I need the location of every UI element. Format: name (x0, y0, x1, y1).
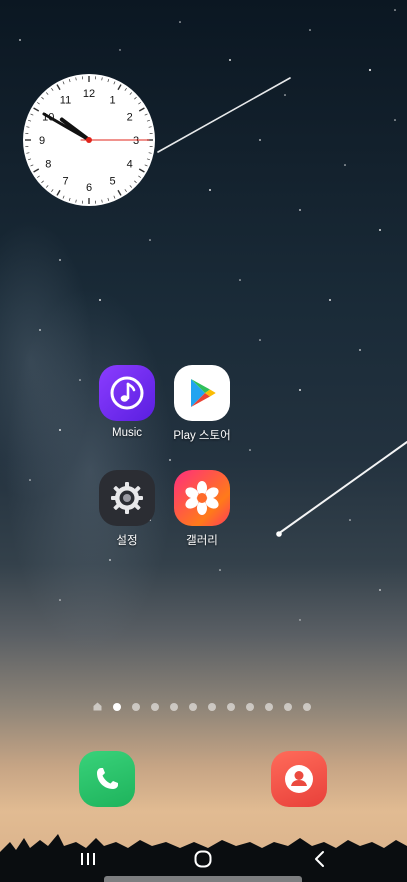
music-note-icon (99, 365, 155, 421)
settings-gear-icon (99, 470, 155, 526)
clock-number: 4 (127, 159, 133, 171)
page-dot[interactable] (303, 702, 311, 711)
page-dot[interactable] (284, 702, 292, 711)
app-label: 설정 (116, 535, 138, 547)
page-dot[interactable] (227, 702, 235, 711)
page-dot[interactable] (265, 702, 273, 711)
page-dot[interactable] (246, 702, 254, 711)
clock-number: 11 (60, 94, 71, 106)
clock-center-pin (86, 137, 92, 143)
app-label: Play 스토어 (173, 430, 231, 442)
page-dot-home-icon[interactable] (93, 702, 102, 711)
clock-number: 9 (39, 135, 45, 147)
page-dot[interactable] (208, 702, 216, 711)
play-store-icon (174, 365, 230, 421)
back-icon (315, 851, 324, 867)
clock-number: 2 (127, 112, 133, 124)
recent-apps-button[interactable] (66, 844, 110, 874)
phone-icon (97, 768, 118, 789)
analog-clock-widget[interactable]: 121234567891011 (22, 73, 156, 207)
home-icon (194, 850, 212, 868)
clock-number: 1 (109, 94, 115, 106)
page-dot[interactable] (151, 702, 159, 711)
clock-number: 7 (62, 176, 68, 188)
clock-number: 5 (109, 176, 115, 188)
back-button[interactable] (297, 844, 341, 874)
page-dot[interactable] (170, 702, 178, 711)
app-gallery[interactable]: 갤러리 (162, 470, 242, 548)
recent-apps-icon (81, 853, 95, 865)
dock-contacts[interactable] (271, 751, 327, 807)
contact-person-icon (285, 765, 313, 793)
gallery-flower-icon (174, 470, 230, 526)
gesture-handle[interactable] (104, 876, 302, 882)
app-label: 갤러리 (186, 535, 218, 547)
page-dot[interactable] (132, 702, 140, 711)
home-button[interactable] (181, 844, 225, 874)
clock-number: 3 (133, 135, 139, 147)
app-label: Music (111, 427, 143, 439)
app-settings[interactable]: 설정 (87, 470, 167, 548)
clock-number: 12 (83, 88, 95, 100)
clock-number: 8 (45, 159, 51, 171)
page-dot-active[interactable] (113, 702, 121, 711)
navigation-bar (0, 836, 407, 882)
dock-phone[interactable] (79, 751, 135, 807)
page-dot[interactable] (189, 702, 197, 711)
clock-number: 6 (86, 182, 92, 194)
app-music[interactable]: Music (87, 365, 167, 439)
app-play-store[interactable]: Play 스토어 (162, 365, 242, 443)
page-indicator[interactable] (93, 702, 311, 711)
